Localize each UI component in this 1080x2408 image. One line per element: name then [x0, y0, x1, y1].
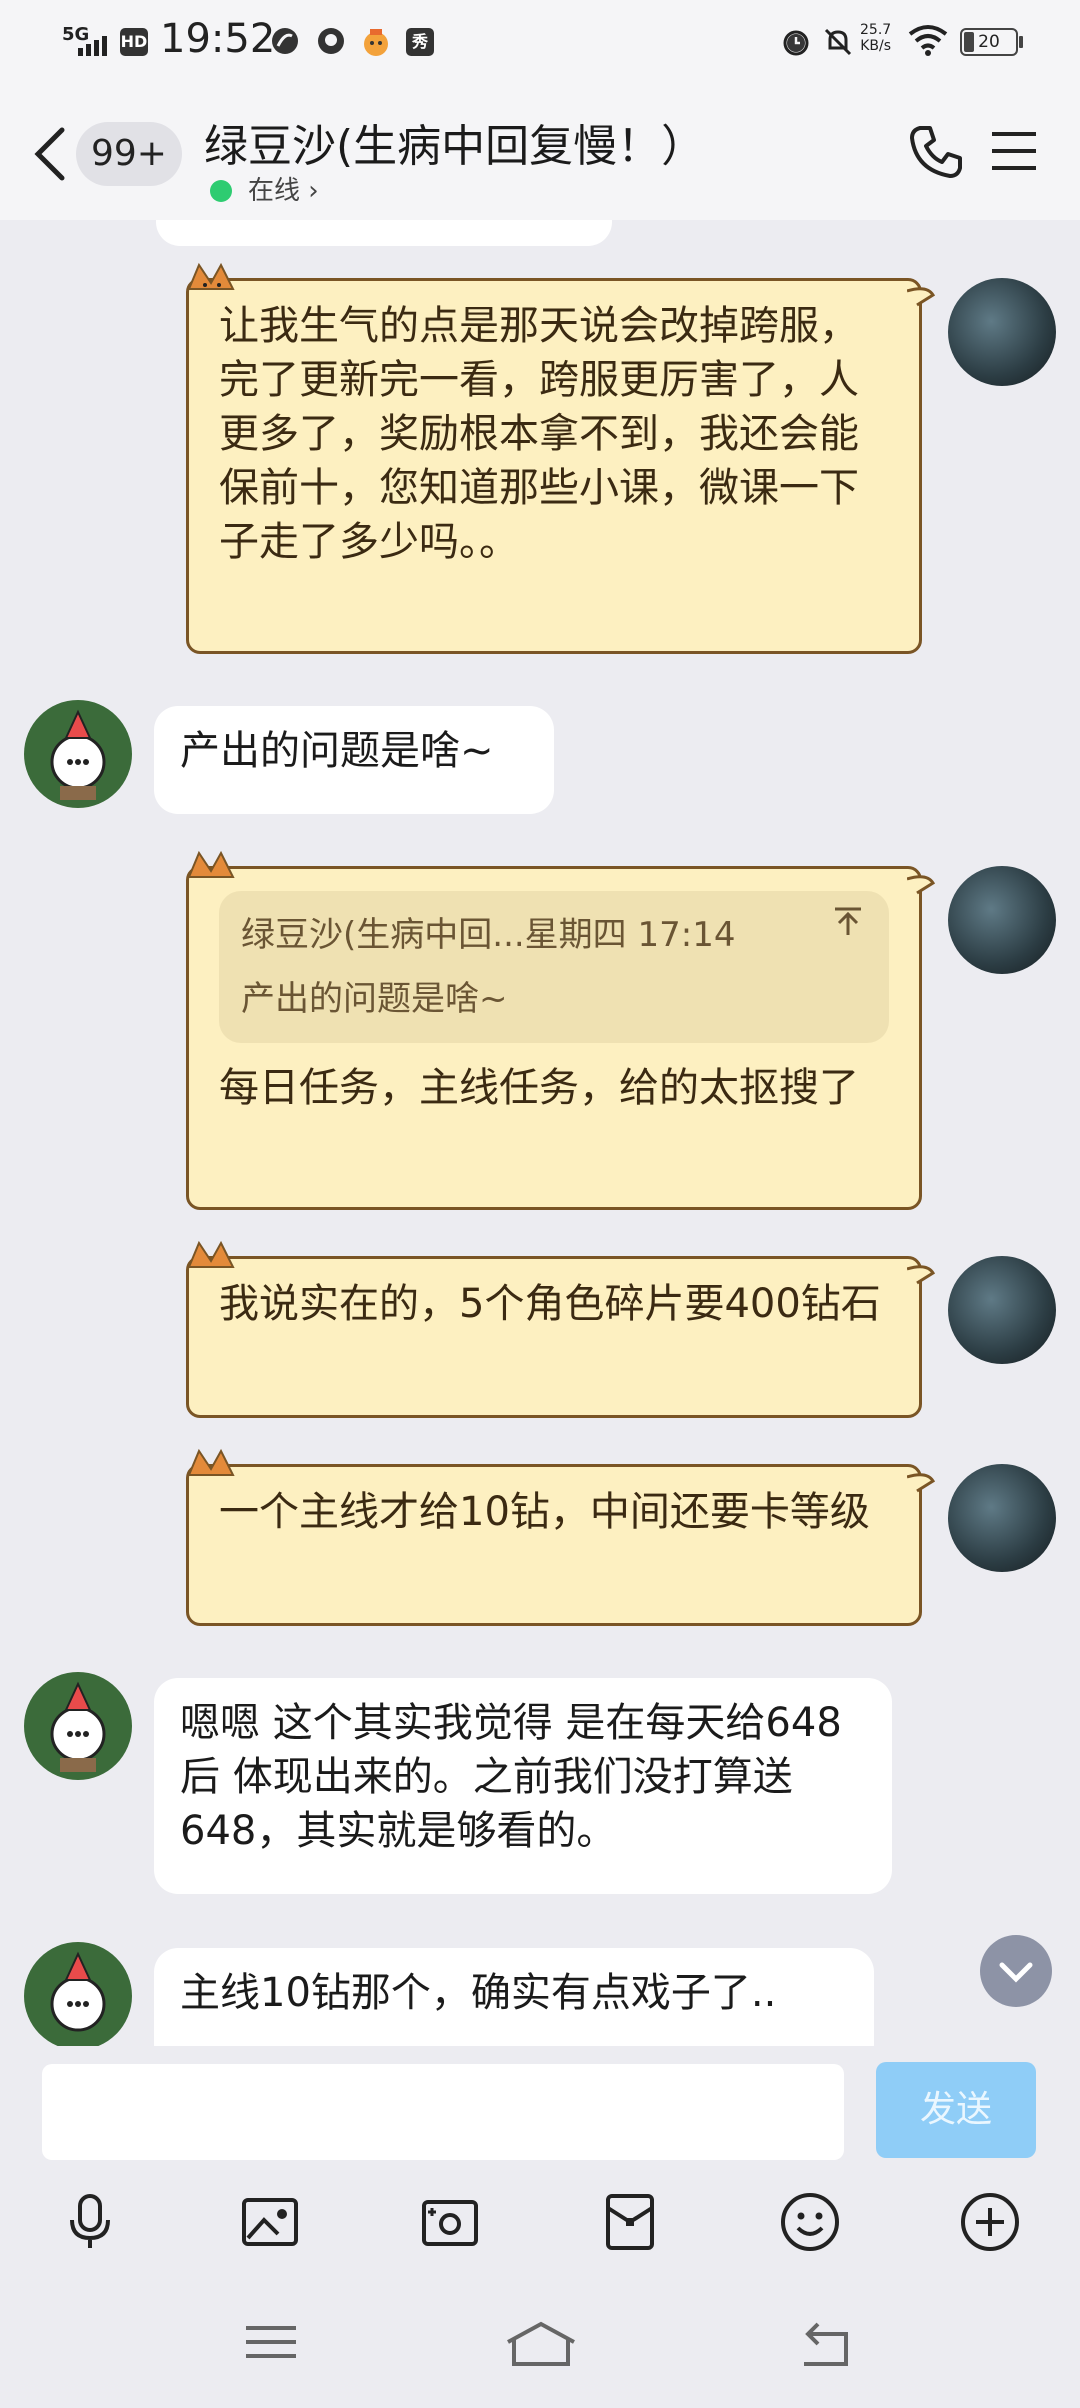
- wifi-icon: [908, 25, 948, 56]
- back-chevron-icon[interactable]: [30, 124, 70, 184]
- scroll-to-bottom-button[interactable]: [980, 1935, 1052, 2007]
- app-leaf-icon: [272, 28, 298, 54]
- cat-ears-decoration: [187, 1240, 235, 1268]
- network-speed: 25.7 KB/s: [860, 22, 892, 54]
- quote-header: 绿豆沙(生病中回...星期四 17:14: [241, 915, 736, 955]
- app-character-icon: [364, 29, 388, 56]
- message-list[interactable]: 让我生气的点是那天说会改掉跨服，完了更新完一看，跨服更厉害了，人更多了，奖励根本…: [0, 220, 1080, 2046]
- message-bubble-me[interactable]: 一个主线才给10钻，中间还要卡等级: [186, 1448, 936, 1626]
- send-button[interactable]: 发送: [876, 2062, 1036, 2158]
- signal-icon: [78, 36, 107, 56]
- image-icon[interactable]: [238, 2190, 302, 2254]
- camera-icon[interactable]: [418, 2190, 482, 2254]
- microphone-icon[interactable]: [58, 2190, 122, 2254]
- avatar-contact[interactable]: [24, 700, 132, 808]
- bubble-tail-decoration: [907, 875, 936, 895]
- avatar-contact[interactable]: [24, 1672, 132, 1780]
- cat-ears-decoration: [187, 1448, 235, 1476]
- bubble-tail-decoration: [907, 1265, 936, 1285]
- app-xiu-badge: 秀: [406, 28, 434, 56]
- chat-header: 99+ 绿豆沙(生病中回复慢！） 在线 ›: [0, 84, 1080, 220]
- recent-apps-icon[interactable]: [244, 2320, 298, 2364]
- quoted-message[interactable]: 绿豆沙(生病中回...星期四 17:14 产出的问题是啥~: [219, 891, 889, 1043]
- emoji-icon[interactable]: [778, 2190, 842, 2254]
- message-bubble-me[interactable]: 让我生气的点是那天说会改掉跨服，完了更新完一看，跨服更厉害了，人更多了，奖励根本…: [186, 262, 936, 654]
- clock: 19:52: [160, 16, 276, 62]
- message-bubble-contact[interactable]: 嗯嗯 这个其实我觉得 是在每天给648后 体现出来的。之前我们没打算送648，其…: [154, 1678, 892, 1894]
- avatar-me[interactable]: [948, 866, 1056, 974]
- home-icon[interactable]: [504, 2320, 578, 2368]
- avatar-me[interactable]: [948, 1464, 1056, 1572]
- unread-count-badge[interactable]: 99+: [76, 122, 182, 186]
- contact-name[interactable]: 绿豆沙(生病中回复慢！）: [204, 110, 705, 174]
- system-nav-bar: [0, 2300, 1080, 2408]
- mute-bell-icon: [824, 28, 852, 56]
- message-bubble-contact[interactable]: 主线10钻那个，确实有点戏子了..: [154, 1948, 874, 2046]
- bubble-tail-decoration: [907, 287, 936, 307]
- back-nav-icon[interactable]: [796, 2320, 852, 2368]
- avatar-contact[interactable]: [24, 1942, 132, 2046]
- red-packet-icon[interactable]: [598, 2190, 662, 2254]
- previous-message-remnant: [156, 220, 612, 246]
- input-toolbar: [0, 2186, 1080, 2276]
- bubble-tail-decoration: [907, 1473, 936, 1493]
- menu-icon[interactable]: [990, 128, 1038, 176]
- input-bar: 发送: [0, 2046, 1080, 2186]
- online-status[interactable]: 在线 ›: [210, 170, 319, 207]
- chevron-down-icon: [999, 1962, 1033, 1983]
- jump-to-quote-icon[interactable]: [831, 905, 865, 939]
- message-bubble-me-reply[interactable]: 绿豆沙(生病中回...星期四 17:14 产出的问题是啥~ 每日任务，主线任务，…: [186, 850, 936, 1210]
- message-bubble-me[interactable]: 我说实在的，5个角色碎片要400钻石: [186, 1240, 936, 1418]
- phone-icon[interactable]: [906, 122, 966, 182]
- hd-icon: HD: [120, 28, 148, 56]
- cat-ears-decoration: [187, 262, 235, 290]
- message-input[interactable]: [42, 2064, 844, 2160]
- status-bar: 5G HD 19:52 秀 25.7 KB/s 20: [0, 0, 1080, 84]
- quote-text: 产出的问题是啥~: [241, 979, 508, 1019]
- battery-icon: 20: [960, 28, 1018, 56]
- plus-icon[interactable]: [958, 2190, 1022, 2254]
- avatar-me[interactable]: [948, 278, 1056, 386]
- cat-ears-decoration: [187, 850, 235, 878]
- message-bubble-contact[interactable]: 产出的问题是啥~: [154, 706, 554, 814]
- alarm-icon: [783, 30, 809, 56]
- avatar-me[interactable]: [948, 1256, 1056, 1364]
- online-dot-icon: [210, 180, 232, 202]
- app-q-icon: [318, 28, 344, 54]
